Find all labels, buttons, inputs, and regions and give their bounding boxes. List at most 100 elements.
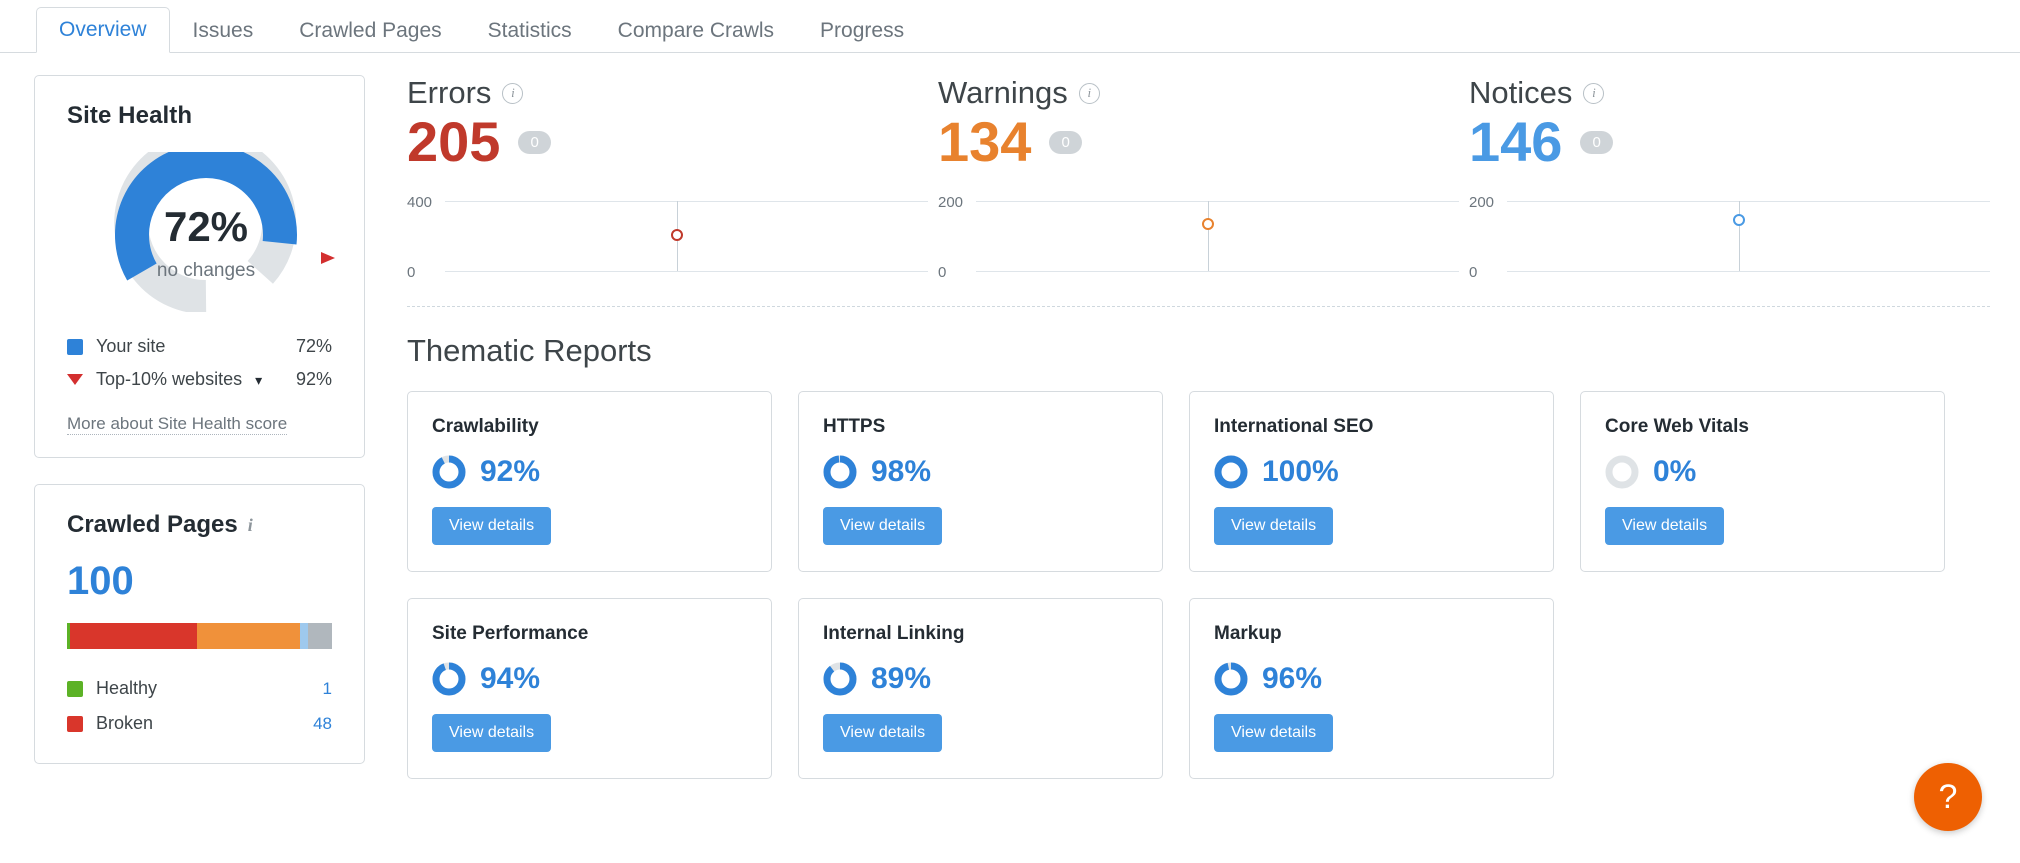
site-health-legend: Your site 72% Top-10% websites ▾ 92% <box>67 330 332 396</box>
bar-segment-redirects <box>300 623 308 649</box>
view-details-button[interactable]: View details <box>432 507 551 545</box>
page-body: Site Health 72% no changes <box>0 53 2020 779</box>
metric-errors: Errors i 205 0 400 0 <box>407 75 928 280</box>
notices-axis-min: 0 <box>1469 264 1477 281</box>
card-value-row: 89% <box>823 662 1138 696</box>
view-details-button[interactable]: View details <box>1214 714 1333 752</box>
thematic-card-core-web-vitals[interactable]: Core Web Vitals 0% View details <box>1580 391 1945 572</box>
notices-value-row: 146 0 <box>1469 113 1990 172</box>
tab-compare-crawls[interactable]: Compare Crawls <box>595 8 797 53</box>
card-value-row: 92% <box>432 455 747 489</box>
thematic-card-https[interactable]: HTTPS 98% View details <box>798 391 1163 572</box>
gridline-top <box>976 201 1459 202</box>
warnings-data-point[interactable] <box>1202 218 1214 230</box>
your-site-label: Your site <box>96 336 296 357</box>
top10-label-text: Top-10% websites <box>96 369 242 389</box>
thematic-reports-grid: Crawlability 92% View details HTTPS <box>407 391 1990 779</box>
bar-segment-have-issues <box>197 623 300 649</box>
errors-value: 205 <box>407 113 500 172</box>
notices-axis-max: 200 <box>1469 194 1494 211</box>
progress-ring-icon <box>823 662 857 696</box>
card-value-row: 98% <box>823 455 1138 489</box>
main-tab-bar: Overview Issues Crawled Pages Statistics… <box>0 0 2020 53</box>
metrics-strip: Errors i 205 0 400 0 <box>407 75 1990 280</box>
metric-warnings: Warnings i 134 0 200 0 <box>938 75 1459 280</box>
thematic-card-international-seo[interactable]: International SEO 100% View details <box>1189 391 1554 572</box>
errors-axis-min: 0 <box>407 264 415 281</box>
card-title: International SEO <box>1214 416 1529 438</box>
site-health-gauge-svg <box>67 152 345 312</box>
legend-row-your-site: Your site 72% <box>67 330 332 363</box>
gridline-bottom <box>1507 271 1990 272</box>
card-title: Site Performance <box>432 623 747 645</box>
metric-notices: Notices i 146 0 200 0 <box>1469 75 1990 280</box>
your-site-value: 72% <box>296 336 332 357</box>
errors-delta-badge: 0 <box>518 131 550 154</box>
thematic-card-internal-linking[interactable]: Internal Linking 89% View details <box>798 598 1163 779</box>
info-icon[interactable]: i <box>502 83 523 104</box>
crawled-pages-stacked-bar <box>67 623 332 649</box>
broken-label: Broken <box>96 713 313 734</box>
notices-label: Notices <box>1469 75 1572 111</box>
view-details-button[interactable]: View details <box>823 714 942 752</box>
warnings-header: Warnings i <box>938 75 1459 111</box>
legend-row-top10[interactable]: Top-10% websites ▾ 92% <box>67 363 332 396</box>
card-title: Crawlability <box>432 416 747 438</box>
card-percent: 100% <box>1262 457 1339 487</box>
view-details-button[interactable]: View details <box>823 507 942 545</box>
tab-crawled-pages[interactable]: Crawled Pages <box>276 8 464 53</box>
right-column: Errors i 205 0 400 0 <box>365 75 2020 779</box>
info-icon[interactable]: i <box>1079 83 1100 104</box>
left-column: Site Health 72% no changes <box>0 75 365 779</box>
progress-ring-icon <box>823 455 857 489</box>
thematic-reports-title: Thematic Reports <box>407 333 1990 369</box>
errors-data-point[interactable] <box>671 229 683 241</box>
help-button[interactable]: ? <box>1914 763 1982 831</box>
info-icon[interactable]: i <box>1583 83 1604 104</box>
card-value-row: 0% <box>1605 455 1920 489</box>
gridline-top <box>1507 201 1990 202</box>
notices-sparkline: 200 0 <box>1469 188 1990 280</box>
card-percent: 96% <box>1262 664 1322 694</box>
notices-header: Notices i <box>1469 75 1990 111</box>
warnings-axis-min: 0 <box>938 264 946 281</box>
more-about-site-health-link[interactable]: More about Site Health score <box>67 414 287 435</box>
notices-value: 146 <box>1469 113 1562 172</box>
warnings-plot-area <box>976 188 1459 280</box>
card-percent: 89% <box>871 664 931 694</box>
healthy-swatch-icon <box>67 681 83 697</box>
card-value-row: 94% <box>432 662 747 696</box>
view-details-button[interactable]: View details <box>432 714 551 752</box>
card-percent: 94% <box>480 664 540 694</box>
progress-ring-icon <box>1214 455 1248 489</box>
thematic-card-crawlability[interactable]: Crawlability 92% View details <box>407 391 772 572</box>
card-title: Markup <box>1214 623 1529 645</box>
healthy-value[interactable]: 1 <box>323 679 332 699</box>
progress-ring-icon <box>432 455 466 489</box>
tab-overview[interactable]: Overview <box>36 7 170 53</box>
crawled-pages-count: 100 <box>67 561 332 601</box>
gridline-bottom <box>445 271 928 272</box>
card-title: Internal Linking <box>823 623 1138 645</box>
card-title: Core Web Vitals <box>1605 416 1920 438</box>
chevron-down-icon[interactable]: ▾ <box>255 372 262 388</box>
view-details-button[interactable]: View details <box>1605 507 1724 545</box>
tab-statistics[interactable]: Statistics <box>465 8 595 53</box>
errors-label: Errors <box>407 75 491 111</box>
broken-value[interactable]: 48 <box>313 714 332 734</box>
notices-data-point[interactable] <box>1733 214 1745 226</box>
vertical-tick <box>1208 201 1209 271</box>
crawled-pages-title-text: Crawled Pages <box>67 511 238 539</box>
legend-row-healthy: Healthy 1 <box>67 671 332 706</box>
thematic-card-markup[interactable]: Markup 96% View details <box>1189 598 1554 779</box>
site-health-title: Site Health <box>67 102 332 130</box>
tab-issues[interactable]: Issues <box>170 8 277 53</box>
vertical-tick <box>1739 201 1740 271</box>
your-site-swatch-icon <box>67 339 83 355</box>
info-icon[interactable]: i <box>248 515 253 536</box>
view-details-button[interactable]: View details <box>1214 507 1333 545</box>
gridline-bottom <box>976 271 1459 272</box>
tab-progress[interactable]: Progress <box>797 8 927 53</box>
thematic-card-site-performance[interactable]: Site Performance 94% View details <box>407 598 772 779</box>
warnings-axis-max: 200 <box>938 194 963 211</box>
